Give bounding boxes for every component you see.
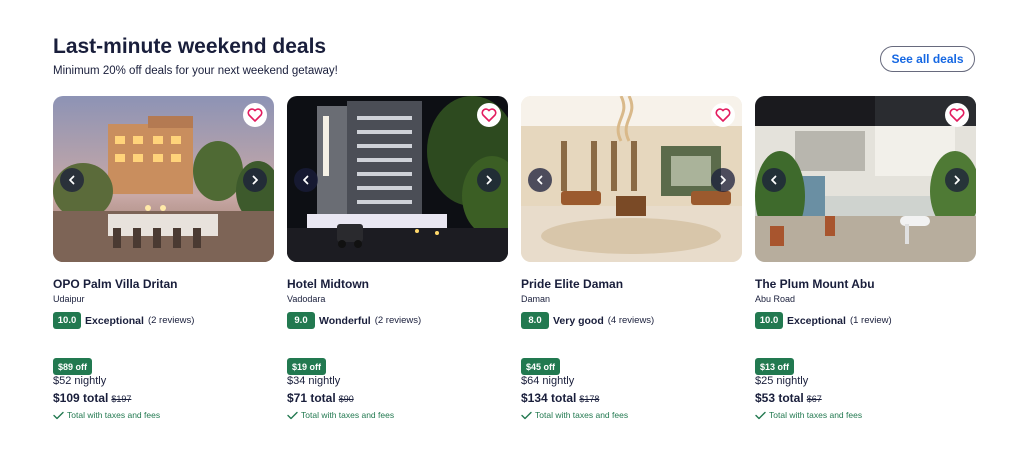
total-price: $71 total xyxy=(287,391,336,405)
rating-score-badge: 8.0 xyxy=(521,312,549,329)
property-photo[interactable] xyxy=(521,96,742,262)
section-title: Last-minute weekend deals xyxy=(53,35,327,58)
property-photo[interactable] xyxy=(755,96,976,262)
property-name[interactable]: Hotel Midtown xyxy=(287,277,369,291)
rating-label: Exceptional xyxy=(85,314,144,327)
rating-row: 10.0 Exceptional (1 review) xyxy=(755,312,892,329)
check-icon xyxy=(287,411,298,419)
section-header: Last-minute weekend deals Minimum 20% of… xyxy=(53,35,338,77)
discount-badge: $13 off xyxy=(755,358,795,375)
taxes-note: Total with taxes and fees xyxy=(301,410,395,420)
chevron-right-icon[interactable] xyxy=(711,168,735,192)
property-location: Abu Road xyxy=(755,294,796,304)
taxes-note: Total with taxes and fees xyxy=(769,410,863,420)
total-price: $109 total xyxy=(53,391,109,405)
property-photo[interactable] xyxy=(53,96,274,262)
rating-row: 8.0 Very good (4 reviews) xyxy=(521,312,654,329)
property-name[interactable]: OPO Palm Villa Dritan xyxy=(53,277,178,291)
property-card[interactable]: The Plum Mount Abu Abu Road 10.0 Excepti… xyxy=(755,96,976,420)
property-card[interactable]: Hotel Midtown Vadodara 9.0 Wonderful (2 … xyxy=(287,96,508,420)
original-price: $178 xyxy=(579,394,600,404)
property-location: Vadodara xyxy=(287,294,326,304)
heart-outline-icon[interactable] xyxy=(711,103,735,127)
heart-outline-icon[interactable] xyxy=(243,103,267,127)
total-price: $53 total xyxy=(755,391,804,405)
see-all-deals-button[interactable]: See all deals xyxy=(880,46,975,72)
nightly-price: $25 nightly xyxy=(755,375,809,387)
property-location: Udaipur xyxy=(53,294,85,304)
rating-label: Very good xyxy=(553,314,604,327)
review-count: (2 reviews) xyxy=(374,315,422,326)
discount-badge: $19 off xyxy=(287,358,327,375)
total-price-row: $134 total $178 xyxy=(521,391,599,405)
property-card[interactable]: OPO Palm Villa Dritan Udaipur 10.0 Excep… xyxy=(53,96,274,420)
property-card[interactable]: Pride Elite Daman Daman 8.0 Very good (4… xyxy=(521,96,742,420)
original-price: $197 xyxy=(111,394,132,404)
discount-badge: $45 off xyxy=(521,358,561,375)
total-price-row: $71 total $90 xyxy=(287,391,354,405)
nightly-price: $52 nightly xyxy=(53,375,107,387)
chevron-left-icon[interactable] xyxy=(762,168,786,192)
total-price-row: $109 total $197 xyxy=(53,391,131,405)
rating-score-badge: 10.0 xyxy=(53,312,81,329)
original-price: $90 xyxy=(338,394,354,404)
property-image xyxy=(53,96,274,262)
check-icon xyxy=(53,411,64,419)
chevron-left-icon[interactable] xyxy=(294,168,318,192)
chevron-right-icon[interactable] xyxy=(477,168,501,192)
property-photo[interactable] xyxy=(287,96,508,262)
heart-outline-icon[interactable] xyxy=(477,103,501,127)
taxes-row: Total with taxes and fees xyxy=(287,410,394,420)
property-image xyxy=(287,96,508,262)
nightly-price: $64 nightly xyxy=(521,375,575,387)
chevron-right-icon[interactable] xyxy=(243,168,267,192)
total-price: $134 total xyxy=(521,391,577,405)
nightly-price: $34 nightly xyxy=(287,375,341,387)
chevron-left-icon[interactable] xyxy=(528,168,552,192)
chevron-left-icon[interactable] xyxy=(60,168,84,192)
check-icon xyxy=(521,411,532,419)
original-price: $67 xyxy=(806,394,822,404)
property-location: Daman xyxy=(521,294,551,304)
taxes-row: Total with taxes and fees xyxy=(755,410,862,420)
property-image xyxy=(521,96,742,262)
chevron-right-icon[interactable] xyxy=(945,168,969,192)
review-count: (1 review) xyxy=(849,315,892,326)
property-image xyxy=(755,96,976,262)
rating-label: Exceptional xyxy=(787,314,846,327)
section-subtitle: Minimum 20% off deals for your next week… xyxy=(53,65,338,77)
total-price-row: $53 total $67 xyxy=(755,391,822,405)
rating-score-badge: 10.0 xyxy=(755,312,783,329)
review-count: (4 reviews) xyxy=(607,315,655,326)
rating-row: 10.0 Exceptional (2 reviews) xyxy=(53,312,194,329)
rating-row: 9.0 Wonderful (2 reviews) xyxy=(287,312,421,329)
heart-outline-icon[interactable] xyxy=(945,103,969,127)
taxes-note: Total with taxes and fees xyxy=(67,410,161,420)
discount-badge: $89 off xyxy=(53,358,93,375)
property-name[interactable]: The Plum Mount Abu xyxy=(755,277,875,291)
rating-score-badge: 9.0 xyxy=(287,312,315,329)
taxes-row: Total with taxes and fees xyxy=(53,410,160,420)
taxes-note: Total with taxes and fees xyxy=(535,410,629,420)
rating-label: Wonderful xyxy=(319,314,371,327)
taxes-row: Total with taxes and fees xyxy=(521,410,628,420)
check-icon xyxy=(755,411,766,419)
review-count: (2 reviews) xyxy=(147,315,195,326)
property-name[interactable]: Pride Elite Daman xyxy=(521,277,623,291)
